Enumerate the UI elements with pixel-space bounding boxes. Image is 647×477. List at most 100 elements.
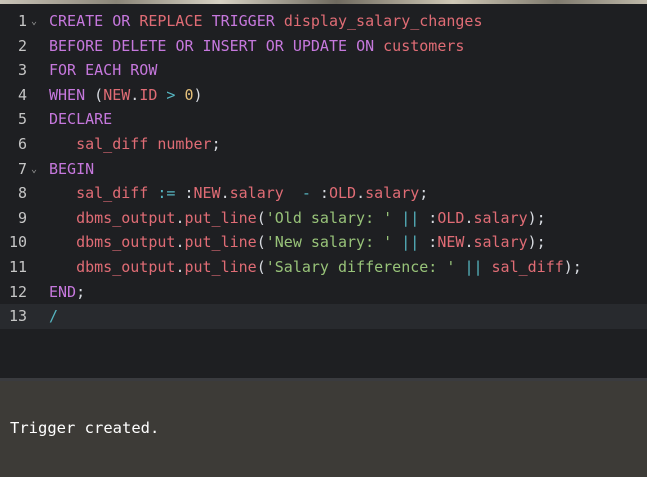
code-token: . bbox=[130, 85, 140, 104]
code-token: DECLARE bbox=[49, 110, 113, 129]
code-token: . bbox=[356, 184, 366, 203]
code-token: ROW bbox=[130, 61, 158, 80]
code-line[interactable]: 11 dbms_output.put_line('Salary differen… bbox=[0, 255, 647, 280]
code-token: 0 bbox=[184, 85, 194, 104]
code-line[interactable]: 8 sal_diff := :NEW.salary - :OLD.salary; bbox=[0, 181, 647, 206]
code-line[interactable]: 5 DECLARE bbox=[0, 107, 647, 132]
code-token: CREATE bbox=[49, 12, 104, 30]
code-text: FOR EACH ROW bbox=[49, 58, 157, 83]
line-number: 10 bbox=[8, 233, 27, 252]
code-line[interactable]: 3 FOR EACH ROW bbox=[0, 58, 647, 83]
code-token: dbms_output bbox=[76, 208, 176, 227]
code-token: ; bbox=[211, 135, 221, 153]
code-token: ( bbox=[85, 85, 104, 104]
code-text: sal_diff number; bbox=[49, 132, 221, 157]
code-token: BEGIN bbox=[49, 159, 95, 178]
code-token: . bbox=[220, 184, 230, 203]
line-number: 3 bbox=[17, 61, 27, 80]
code-token: ON bbox=[356, 36, 375, 55]
code-editor[interactable]: 1 ⌄ CREATE OR REPLACE TRIGGER display_sala… bbox=[0, 4, 647, 378]
code-text: WHEN (NEW.ID > 0) bbox=[49, 83, 203, 108]
code-token: / bbox=[49, 307, 59, 326]
code-token: dbms_output bbox=[76, 258, 176, 276]
code-token: ( bbox=[256, 233, 266, 252]
code-token: NEW bbox=[103, 85, 131, 104]
code-token: OR bbox=[112, 12, 131, 30]
code-token: NEW bbox=[193, 184, 221, 203]
code-token: EACH bbox=[85, 61, 122, 80]
code-token: || bbox=[401, 233, 420, 252]
code-text: dbms_output.put_line('Old salary: ' || :… bbox=[49, 206, 546, 231]
code-token: dbms_output bbox=[76, 233, 176, 252]
code-token: sal_diff bbox=[76, 135, 149, 153]
code-line[interactable]: 13 / bbox=[0, 304, 647, 329]
code-token: INSERT bbox=[202, 36, 257, 55]
code-token: put_line bbox=[184, 258, 257, 276]
code-token: salary bbox=[229, 184, 284, 203]
code-line[interactable]: 12 END; bbox=[0, 280, 647, 305]
code-token: := bbox=[157, 184, 176, 203]
code-token: ( bbox=[256, 258, 266, 276]
code-token: number bbox=[157, 135, 212, 153]
code-line[interactable]: 7 ⌄ BEGIN bbox=[0, 157, 647, 182]
code-token: REPLACE bbox=[139, 12, 203, 30]
code-text: dbms_output.put_line('Salary difference:… bbox=[49, 255, 582, 280]
code-token: salary bbox=[473, 233, 528, 252]
code-text: BEGIN bbox=[49, 157, 94, 182]
code-line[interactable]: 10 dbms_output.put_line('New salary: ' |… bbox=[0, 230, 647, 255]
code-token: BEFORE bbox=[49, 36, 104, 55]
code-token: ); bbox=[527, 233, 546, 252]
code-text: sal_diff := :NEW.salary - :OLD.salary; bbox=[49, 181, 428, 206]
code-token: OR bbox=[175, 36, 194, 55]
code-token: || bbox=[464, 258, 483, 276]
code-text: dbms_output.put_line('New salary: ' || :… bbox=[49, 230, 546, 255]
code-token: ; bbox=[419, 184, 429, 203]
code-line[interactable]: 6 sal_diff number; bbox=[0, 132, 647, 157]
line-number: 4 bbox=[17, 85, 27, 104]
code-line[interactable]: 2 BEFORE DELETE OR INSERT OR UPDATE ON cu… bbox=[0, 34, 647, 59]
code-token: ); bbox=[527, 208, 546, 227]
code-token: FOR bbox=[49, 61, 77, 80]
fold-chevron-icon[interactable]: ⌄ bbox=[31, 10, 37, 35]
code-token: : bbox=[310, 184, 329, 203]
code-token: END bbox=[49, 282, 77, 301]
line-number: 8 bbox=[17, 184, 27, 203]
code-token: OLD bbox=[437, 208, 465, 227]
code-token: : bbox=[419, 208, 438, 227]
code-line[interactable]: 1 ⌄ CREATE OR REPLACE TRIGGER display_sala… bbox=[0, 9, 647, 34]
code-token: ); bbox=[563, 258, 582, 276]
code-token: OR bbox=[265, 36, 284, 55]
code-token: ) bbox=[193, 85, 203, 104]
code-text: END; bbox=[49, 280, 85, 305]
code-text: / bbox=[49, 304, 58, 329]
fold-chevron-icon[interactable]: ⌄ bbox=[31, 158, 37, 183]
code-token: WHEN bbox=[49, 85, 86, 104]
code-token: salary bbox=[473, 208, 528, 227]
output-message: Trigger created. bbox=[10, 419, 160, 437]
code-token: ( bbox=[256, 208, 266, 227]
line-number: 5 bbox=[17, 110, 27, 129]
output-panel: Trigger created. bbox=[0, 381, 647, 477]
code-line[interactable]: 9 dbms_output.put_line('Old salary: ' ||… bbox=[0, 206, 647, 231]
code-line[interactable]: 4 WHEN (NEW.ID > 0) bbox=[0, 83, 647, 108]
code-token: 'New salary: ' bbox=[265, 233, 393, 252]
code-token: NEW bbox=[437, 233, 465, 252]
code-token: 'Old salary: ' bbox=[265, 208, 393, 227]
code-token: sal_diff bbox=[76, 184, 149, 203]
code-token: : bbox=[419, 233, 438, 252]
code-token: ID bbox=[139, 85, 158, 104]
